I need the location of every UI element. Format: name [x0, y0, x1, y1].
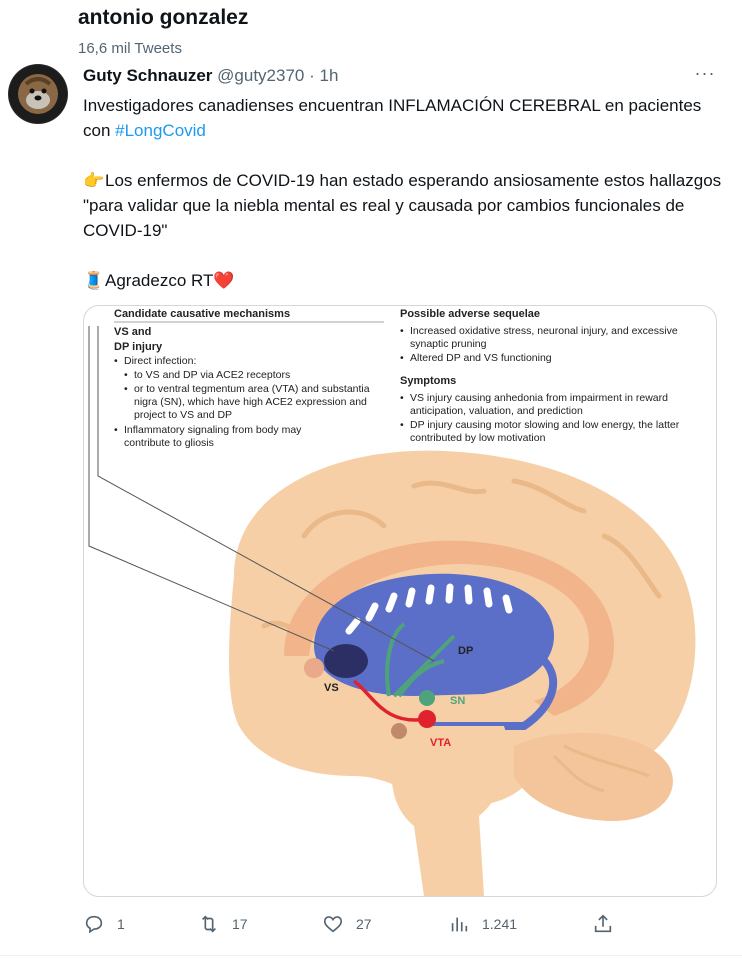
profile-name-title: antonio gonzalez — [78, 6, 249, 29]
fig-inflam-b: contribute to gliosis — [124, 437, 214, 449]
label-vs: VS — [324, 682, 339, 694]
fig-sub1: to VS and DP via ACE2 receptors — [134, 369, 290, 381]
fig-dp-injury: DP injury — [114, 341, 163, 353]
fig-inflam-a: Inflammatory signaling from body may — [124, 424, 302, 436]
svg-text:•: • — [114, 424, 118, 436]
heart-icon — [323, 916, 343, 933]
tweet-paragraph-1: Investigadores canadienses encuentran IN… — [83, 93, 723, 143]
fig-direct-infection: Direct infection: — [124, 355, 196, 367]
views-chart-icon — [451, 917, 468, 932]
label-dp: DP — [458, 645, 473, 657]
tweet-paragraph-2: 👉Los enfermos de COVID-19 han estado esp… — [83, 168, 723, 243]
svg-text:•: • — [124, 383, 128, 395]
fig-sym1a: VS injury causing anhedonia from impairm… — [410, 392, 668, 404]
retweet-button[interactable]: 17 — [198, 906, 248, 942]
author-name[interactable]: Guty Schnauzer — [83, 66, 212, 85]
retweet-count: 17 — [232, 916, 248, 932]
svg-text:•: • — [400, 352, 404, 364]
svg-text:•: • — [400, 392, 404, 404]
fig-seq1a: Increased oxidative stress, neuronal inj… — [410, 325, 678, 337]
fig-seq1b: synaptic pruning — [410, 338, 487, 350]
divider — [0, 955, 742, 956]
fig-sym1b: anticipation, valuation, and prediction — [410, 405, 583, 417]
label-vta: VTA — [430, 737, 451, 749]
views-count: 1.241 — [482, 916, 518, 932]
reply-count: 1 — [117, 916, 125, 932]
author-handle[interactable]: @guty2370 — [217, 66, 304, 85]
tweet-author-line: Guty Schnauzer @guty2370 · 1h — [83, 66, 338, 86]
fig-sub2b: nigra (SN), which have high ACE2 express… — [134, 396, 367, 408]
separator: · — [309, 66, 315, 85]
views-button[interactable]: 1.241 — [448, 906, 517, 942]
retweet-icon — [201, 915, 217, 933]
tweet-time[interactable]: 1h — [320, 66, 339, 85]
svg-text:•: • — [400, 419, 404, 431]
share-icon — [594, 914, 612, 933]
svg-text:•: • — [124, 369, 128, 381]
reply-icon — [85, 915, 103, 934]
sn-dot — [419, 690, 435, 706]
tweet-media-image[interactable]: Candidate causative mechanisms VS and DP… — [83, 305, 717, 897]
profile-header: antonio gonzalez 16,6 mil Tweets — [0, 0, 742, 62]
thread-emoji: 🧵 — [83, 271, 105, 290]
fig-seq2: Altered DP and VS functioning — [410, 352, 552, 364]
hashtag-link[interactable]: #LongCovid — [115, 121, 206, 140]
avatar-image — [9, 65, 67, 123]
svg-text:•: • — [400, 325, 404, 337]
more-options-icon[interactable]: ··· — [693, 64, 717, 88]
tweet-text: Investigadores canadienses encuentran IN… — [83, 93, 723, 293]
tweet-count: 16,6 mil Tweets — [78, 40, 182, 57]
fig-sym2a: DP injury causing motor slowing and low … — [410, 419, 680, 431]
avatar[interactable] — [8, 64, 68, 124]
like-count: 27 — [356, 916, 372, 932]
tweet-actions-bar: 1 17 27 1.241 — [0, 906, 742, 946]
fig-sym2b: contributed by low motivation — [410, 432, 546, 444]
fig-vs-and: VS and — [114, 326, 151, 338]
tweet-text-para3: Agradezco RT — [105, 271, 214, 290]
fig-sub2a: or to ventral tegmentum area (VTA) and s… — [134, 383, 370, 395]
brain-diagram: Candidate causative mechanisms VS and DP… — [88, 308, 696, 896]
tweet-text-para2: Los enfermos de COVID-19 han estado espe… — [83, 171, 722, 240]
share-button[interactable] — [592, 906, 626, 942]
brainstem — [391, 726, 508, 896]
pointing-hand-emoji: 👉 — [83, 171, 105, 190]
svg-text:•: • — [114, 355, 118, 367]
fig-sub2c: project to VS and DP — [134, 409, 232, 421]
fig-left-heading: Candidate causative mechanisms — [114, 308, 290, 320]
reply-button[interactable]: 1 — [83, 906, 125, 942]
tweet-paragraph-3: 🧵Agradezco RT❤️ — [83, 268, 723, 293]
label-sn: SN — [450, 695, 465, 707]
heart-emoji: ❤️ — [213, 271, 235, 290]
fig-right-heading: Possible adverse sequelae — [400, 308, 540, 320]
like-button[interactable]: 27 — [322, 906, 372, 942]
fig-symptoms-heading: Symptoms — [400, 375, 456, 387]
